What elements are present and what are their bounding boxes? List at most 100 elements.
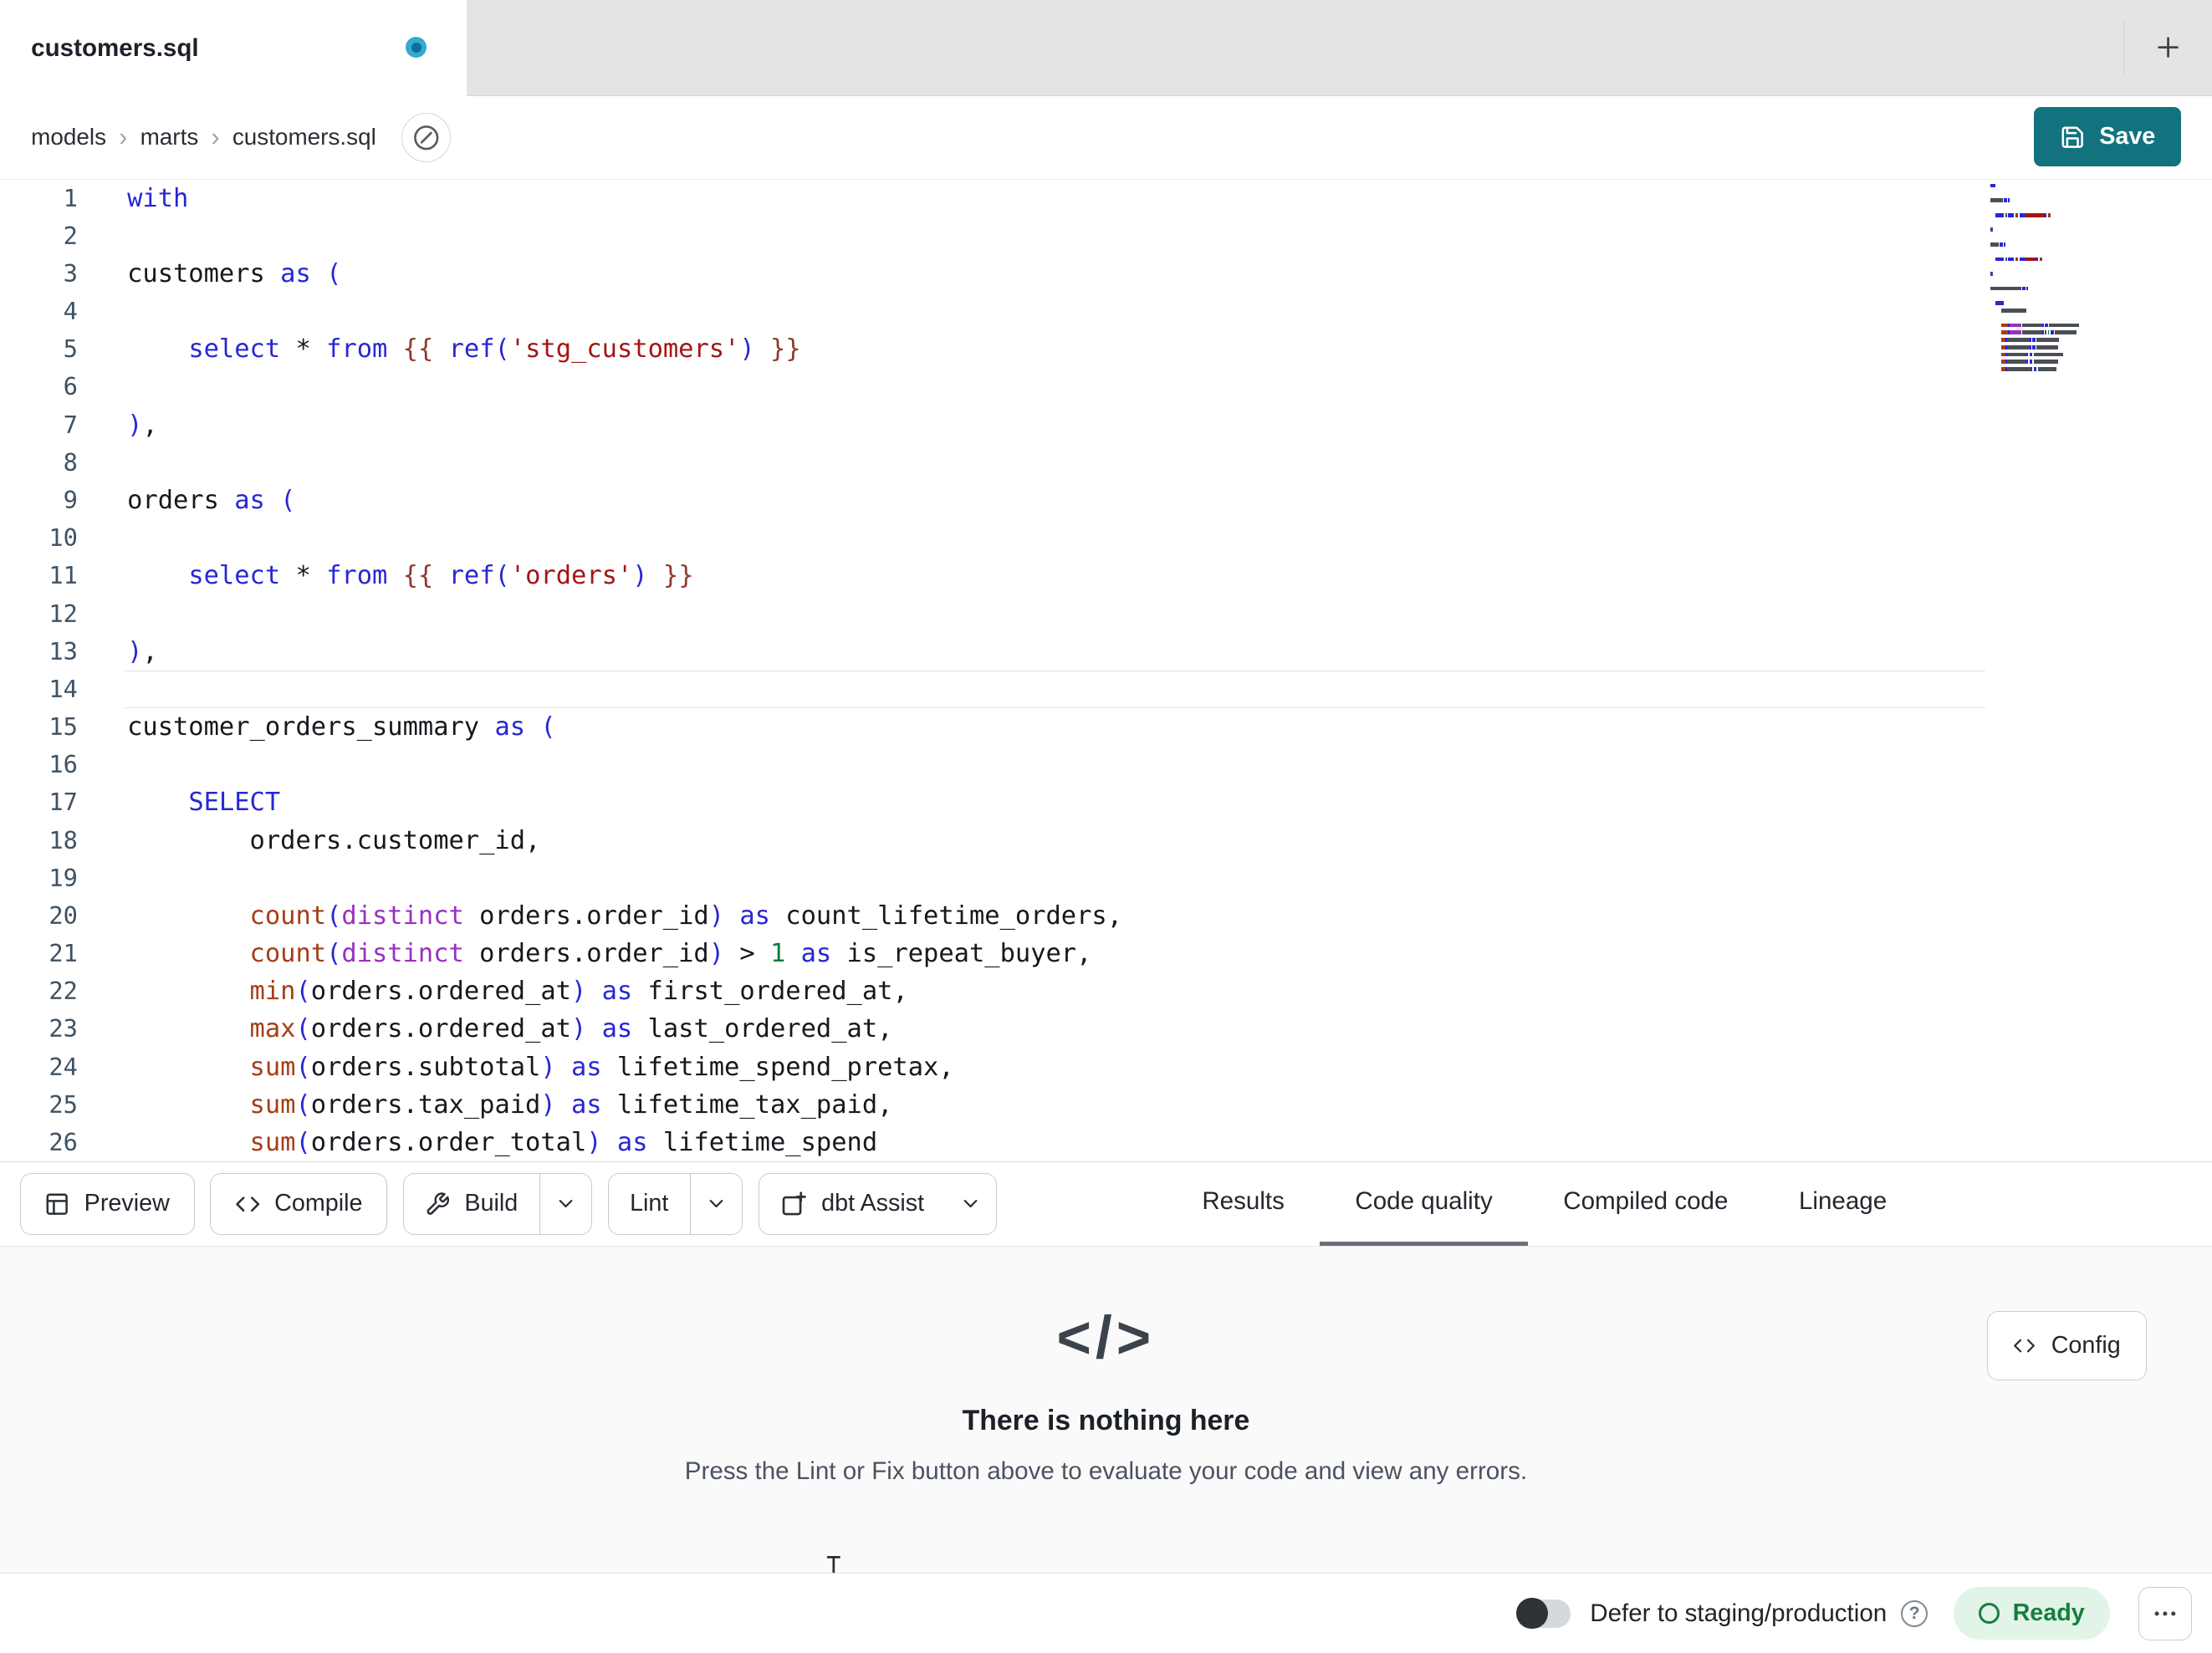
- line-number: 9: [63, 486, 78, 514]
- code-line[interactable]: 18 orders.customer_id,: [0, 822, 2212, 860]
- unsaved-dot-center: [411, 42, 421, 53]
- result-tab-lineage[interactable]: Lineage: [1764, 1162, 1923, 1245]
- code-line[interactable]: 7),: [0, 406, 2212, 444]
- status-label: Ready: [2012, 1599, 2085, 1627]
- code-line[interactable]: 5 select * from {{ ref('stg_customers') …: [0, 330, 2212, 368]
- line-number: 21: [49, 939, 78, 968]
- build-button[interactable]: Build: [404, 1174, 539, 1234]
- compile-button[interactable]: Compile: [210, 1172, 388, 1236]
- line-number: 23: [49, 1014, 78, 1043]
- editor-tab-bar: customers.sql: [0, 0, 2212, 98]
- code-editor[interactable]: 1 with 2 3 customers as ( 4 5 select * from {{…: [0, 179, 2212, 1162]
- dbt-assist-button[interactable]: dbt Assist: [759, 1174, 946, 1234]
- line-number: 14: [49, 674, 78, 703]
- result-tab-results[interactable]: Results: [1167, 1162, 1320, 1245]
- code-line[interactable]: 13),: [0, 633, 2212, 671]
- minimap-line: [1990, 212, 2120, 219]
- code-line[interactable]: 2: [0, 217, 2212, 255]
- result-tab-compiled-code[interactable]: Compiled code: [1528, 1162, 1764, 1245]
- chevron-down-icon: [709, 1200, 723, 1208]
- code-line[interactable]: 24 sum(orders.subtotal) as lifetime_spen…: [0, 1048, 2212, 1086]
- code-line[interactable]: 15 customer_orders_summary as (: [0, 708, 2212, 746]
- help-icon[interactable]: ?: [1901, 1599, 1928, 1627]
- tab-title: customers.sql: [31, 34, 199, 63]
- code-line[interactable]: 16: [0, 746, 2212, 783]
- minimap-line: [1990, 263, 2120, 271]
- minimap-line: [1990, 270, 2120, 278]
- minimap-line: [1990, 227, 2120, 234]
- plus-icon: [2158, 37, 2179, 59]
- new-tab-button[interactable]: [2147, 27, 2189, 69]
- breadcrumb-models[interactable]: models: [31, 124, 106, 151]
- lint-button[interactable]: Lint: [609, 1174, 690, 1234]
- line-number: 2: [63, 221, 78, 250]
- code-line[interactable]: 6: [0, 368, 2212, 406]
- editor-toolbar: Preview Compile Build Lint dbt Assist Re…: [0, 1161, 2212, 1247]
- minimap-line: [1990, 219, 2120, 227]
- code-icon: [2014, 1339, 2035, 1353]
- code-line[interactable]: 17 SELECT: [0, 783, 2212, 821]
- chevron-right-icon: ›: [119, 123, 128, 152]
- line-number: 18: [49, 825, 78, 855]
- code-line[interactable]: 21 count(distinct orders.order_id) > 1 a…: [0, 935, 2212, 972]
- code-line[interactable]: 9 orders as (: [0, 482, 2212, 519]
- lint-button-group: Lint: [607, 1172, 743, 1236]
- preview-button[interactable]: Preview: [19, 1172, 195, 1236]
- lint-dropdown-button[interactable]: [691, 1174, 742, 1234]
- code-line[interactable]: 8: [0, 444, 2212, 482]
- minimap-line: [1990, 190, 2120, 197]
- code-line[interactable]: 23 max(orders.ordered_at) as last_ordere…: [0, 1010, 2212, 1048]
- code-quality-panel: Config </> There is nothing here Press t…: [0, 1246, 2212, 1573]
- status-ring-icon: [1979, 1602, 2000, 1625]
- minimap-line: [1990, 197, 2120, 205]
- lint-label: Lint: [630, 1190, 669, 1217]
- line-number: 26: [49, 1127, 78, 1156]
- defer-toggle[interactable]: [1516, 1598, 1571, 1630]
- minimap-line: [1990, 359, 2120, 366]
- save-label: Save: [2099, 123, 2156, 151]
- code-line[interactable]: 12: [0, 595, 2212, 633]
- build-button-group: Build: [402, 1172, 593, 1236]
- code-line[interactable]: 26 sum(orders.order_total) as lifetime_s…: [0, 1124, 2212, 1161]
- minimap-line: [1990, 366, 2120, 374]
- save-button[interactable]: Save: [2034, 107, 2181, 167]
- line-number: 1: [63, 183, 78, 212]
- code-slash-icon: </>: [1056, 1304, 1156, 1371]
- toggle-knob: [1516, 1598, 1548, 1630]
- save-icon: [2061, 126, 2083, 148]
- breadcrumb-marts[interactable]: marts: [140, 124, 199, 151]
- config-button[interactable]: Config: [1986, 1311, 2148, 1381]
- line-number: 25: [49, 1089, 78, 1119]
- code-line[interactable]: 14: [0, 670, 2212, 709]
- assist-sparkle-icon: [782, 1191, 806, 1216]
- result-tab-code-quality[interactable]: Code quality: [1320, 1162, 1528, 1246]
- code-line[interactable]: 19: [0, 860, 2212, 897]
- breadcrumb-customers-sql: customers.sql: [232, 124, 376, 151]
- code-line[interactable]: 10: [0, 519, 2212, 557]
- code-line[interactable]: 3 customers as (: [0, 255, 2212, 293]
- defer-label: Defer to staging/production: [1590, 1599, 1888, 1627]
- file-actions-button[interactable]: [401, 112, 452, 162]
- dbt-assist-dropdown-button[interactable]: [945, 1174, 996, 1234]
- code-line[interactable]: 11 select * from {{ ref('orders') }}: [0, 557, 2212, 594]
- wrench-icon: [427, 1191, 450, 1215]
- tab-customers-sql[interactable]: customers.sql: [0, 0, 467, 98]
- line-number: 12: [49, 599, 78, 628]
- code-icon: [236, 1196, 259, 1212]
- build-dropdown-button[interactable]: [540, 1174, 591, 1234]
- line-number: 15: [49, 712, 78, 742]
- more-options-button[interactable]: [2138, 1586, 2193, 1640]
- code-line[interactable]: 25 sum(orders.tax_paid) as lifetime_tax_…: [0, 1086, 2212, 1124]
- minimap[interactable]: [1990, 182, 2120, 373]
- code-area[interactable]: 1 with 2 3 customers as ( 4 5 select * from {{…: [0, 180, 2212, 1161]
- line-number: 7: [63, 410, 78, 439]
- table-icon: [46, 1193, 69, 1215]
- tab-bar-empty-area: [467, 0, 2212, 95]
- code-line[interactable]: 4: [0, 293, 2212, 330]
- compile-label: Compile: [274, 1190, 363, 1217]
- code-line[interactable]: 22 min(orders.ordered_at) as first_order…: [0, 972, 2212, 1010]
- empty-state-title: There is nothing here: [962, 1404, 1250, 1436]
- code-line[interactable]: 1 with: [0, 180, 2212, 217]
- line-number: 4: [63, 297, 78, 326]
- code-line[interactable]: 20 count(distinct orders.order_id) as co…: [0, 897, 2212, 935]
